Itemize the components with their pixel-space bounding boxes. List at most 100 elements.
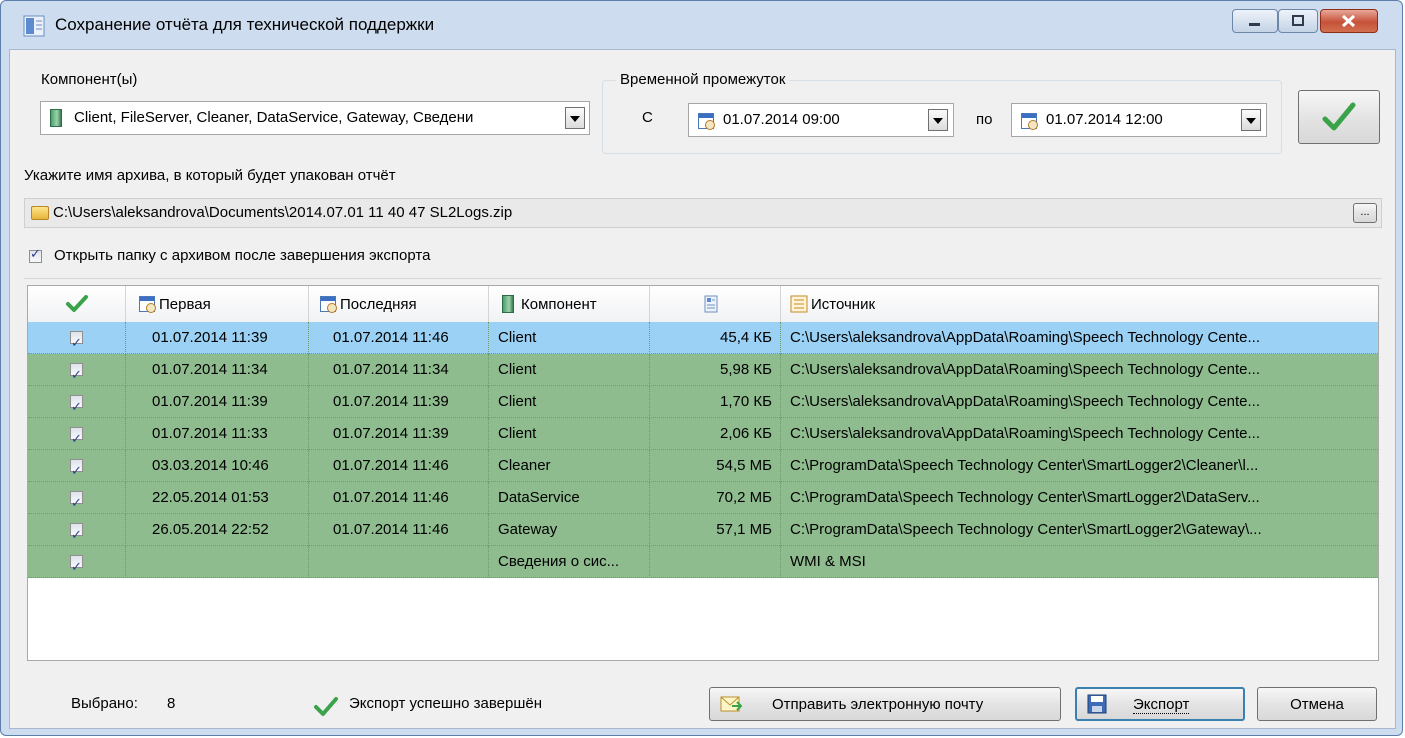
folder-icon: [31, 206, 49, 220]
components-combobox[interactable]: Client, FileServer, Cleaner, DataService…: [40, 101, 590, 135]
calendar-icon: [320, 296, 337, 313]
cell-component: Сведения о сис...: [489, 546, 650, 578]
table-row[interactable]: 01.07.2014 11:3901.07.2014 11:39Client1,…: [28, 386, 1378, 418]
row-checkbox[interactable]: [70, 328, 83, 354]
table-row[interactable]: 22.05.2014 01:5301.07.2014 11:46DataServ…: [28, 482, 1378, 514]
cell-source: C:\Users\aleksandrova\AppData\Roaming\Sp…: [790, 425, 1260, 442]
time-range-label: Временной промежуток: [616, 71, 790, 88]
row-checkbox[interactable]: [70, 520, 83, 546]
cell-last: [309, 546, 489, 578]
to-date-dropdown-button[interactable]: [1241, 109, 1261, 131]
close-button[interactable]: [1320, 9, 1378, 33]
calendar-icon: [1021, 113, 1038, 130]
row-checkbox-cell[interactable]: [28, 482, 126, 514]
cell-last: 01.07.2014 11:46: [309, 514, 489, 546]
cell-size: 2,06 КБ: [650, 418, 781, 450]
column-header-last[interactable]: Последняя: [309, 286, 489, 322]
to-date-value: 01.07.2014 12:00: [1046, 111, 1163, 128]
row-checkbox-cell[interactable]: [28, 450, 126, 482]
row-checkbox-cell[interactable]: [28, 322, 126, 354]
cell-last: 01.07.2014 11:46: [309, 450, 489, 482]
row-checkbox[interactable]: [70, 552, 83, 578]
cell-component: Client: [489, 386, 650, 418]
row-checkbox[interactable]: [70, 456, 83, 482]
title-bar[interactable]: Сохранение отчёта для технической поддер…: [1, 1, 1402, 49]
table-header: Первая Последняя Компонент Источник: [28, 286, 1378, 323]
export-button[interactable]: Экспорт: [1075, 687, 1245, 721]
column-header-check[interactable]: [28, 286, 126, 322]
dialog-window: Сохранение отчёта для технической поддер…: [0, 0, 1403, 736]
cell-component: Client: [489, 418, 650, 450]
to-date-picker[interactable]: 01.07.2014 12:00: [1011, 103, 1267, 137]
component-server-icon: [50, 109, 62, 127]
table-row[interactable]: 01.07.2014 11:3301.07.2014 11:39Client2,…: [28, 418, 1378, 450]
send-email-button[interactable]: Отправить электронную почту: [709, 687, 1061, 721]
archive-path: C:\Users\aleksandrova\Documents\2014.07.…: [53, 204, 513, 221]
column-header-source[interactable]: Источник: [781, 286, 1378, 322]
calendar-icon: [698, 113, 715, 130]
cell-size: 5,98 КБ: [650, 354, 781, 386]
source-icon: [790, 295, 808, 313]
column-header-size[interactable]: [650, 286, 781, 322]
cell-first: 01.07.2014 11:34: [126, 354, 309, 386]
row-checkbox[interactable]: [70, 392, 83, 418]
calendar-icon: [139, 296, 156, 313]
save-disk-icon: [1087, 694, 1107, 714]
component-server-icon: [502, 295, 514, 313]
checkmark-icon: [66, 295, 88, 312]
minimize-icon: [1249, 23, 1260, 26]
row-checkbox[interactable]: [70, 488, 83, 514]
cell-component: Client: [489, 322, 650, 354]
table-row[interactable]: 26.05.2014 22:5201.07.2014 11:46Gateway5…: [28, 514, 1378, 546]
cell-last: 01.07.2014 11:46: [309, 322, 489, 354]
from-date-picker[interactable]: 01.07.2014 09:00: [688, 103, 954, 137]
cell-size: 45,4 КБ: [650, 322, 781, 354]
components-value: Client, FileServer, Cleaner, DataService…: [74, 109, 474, 126]
row-checkbox[interactable]: [70, 424, 83, 450]
from-date-dropdown-button[interactable]: [928, 109, 948, 131]
status-text: Экспорт успешно завершён: [349, 695, 543, 712]
row-checkbox-cell[interactable]: [28, 514, 126, 546]
cell-first: 01.07.2014 11:33: [126, 418, 309, 450]
cell-size: [650, 546, 781, 578]
open-folder-checkbox[interactable]: [29, 247, 42, 263]
cancel-button[interactable]: Отмена: [1257, 687, 1377, 721]
row-checkbox-cell[interactable]: [28, 386, 126, 418]
row-checkbox-cell[interactable]: [28, 546, 126, 578]
table-row[interactable]: Сведения о сис... WMI & MSI: [28, 546, 1378, 578]
browse-button[interactable]: ...: [1353, 203, 1377, 223]
from-date-value: 01.07.2014 09:00: [723, 111, 840, 128]
separator: [24, 278, 1382, 279]
from-label: С: [642, 109, 653, 126]
to-label: по: [976, 111, 993, 128]
column-header-first[interactable]: Первая: [126, 286, 309, 322]
table-row[interactable]: 01.07.2014 11:3901.07.2014 11:46Client45…: [28, 322, 1378, 354]
cell-last: 01.07.2014 11:34: [309, 354, 489, 386]
cell-last: 01.07.2014 11:39: [309, 418, 489, 450]
cell-source: C:\ProgramData\Speech Technology Center\…: [790, 489, 1260, 506]
column-header-component[interactable]: Компонент: [489, 286, 650, 322]
log-files-table: Первая Последняя Компонент Источник 01.0…: [27, 285, 1379, 661]
archive-path-field[interactable]: C:\Users\aleksandrova\Documents\2014.07.…: [24, 198, 1382, 228]
cell-source: C:\Users\aleksandrova\AppData\Roaming\Sp…: [790, 393, 1260, 410]
row-checkbox-cell[interactable]: [28, 354, 126, 386]
cell-source: C:\Users\aleksandrova\AppData\Roaming\Sp…: [790, 361, 1260, 378]
row-checkbox-cell[interactable]: [28, 418, 126, 450]
cell-size: 57,1 МБ: [650, 514, 781, 546]
cell-size: 54,5 МБ: [650, 450, 781, 482]
minimize-button[interactable]: [1232, 9, 1278, 33]
selected-count-value: 8: [167, 695, 176, 712]
row-checkbox[interactable]: [70, 360, 83, 386]
report-app-icon: [23, 15, 45, 37]
maximize-button[interactable]: [1278, 9, 1318, 33]
cell-size: 1,70 КБ: [650, 386, 781, 418]
components-dropdown-button[interactable]: [565, 107, 585, 129]
cell-last: 01.07.2014 11:46: [309, 482, 489, 514]
apply-button[interactable]: [1298, 90, 1380, 144]
selected-count-label: Выбрано:: [71, 695, 138, 712]
cell-first: 01.07.2014 11:39: [126, 322, 309, 354]
table-row[interactable]: 03.03.2014 10:4601.07.2014 11:46Cleaner5…: [28, 450, 1378, 482]
table-row[interactable]: 01.07.2014 11:3401.07.2014 11:34Client5,…: [28, 354, 1378, 386]
cell-source: WMI & MSI: [790, 553, 866, 570]
file-size-icon: [704, 295, 718, 313]
